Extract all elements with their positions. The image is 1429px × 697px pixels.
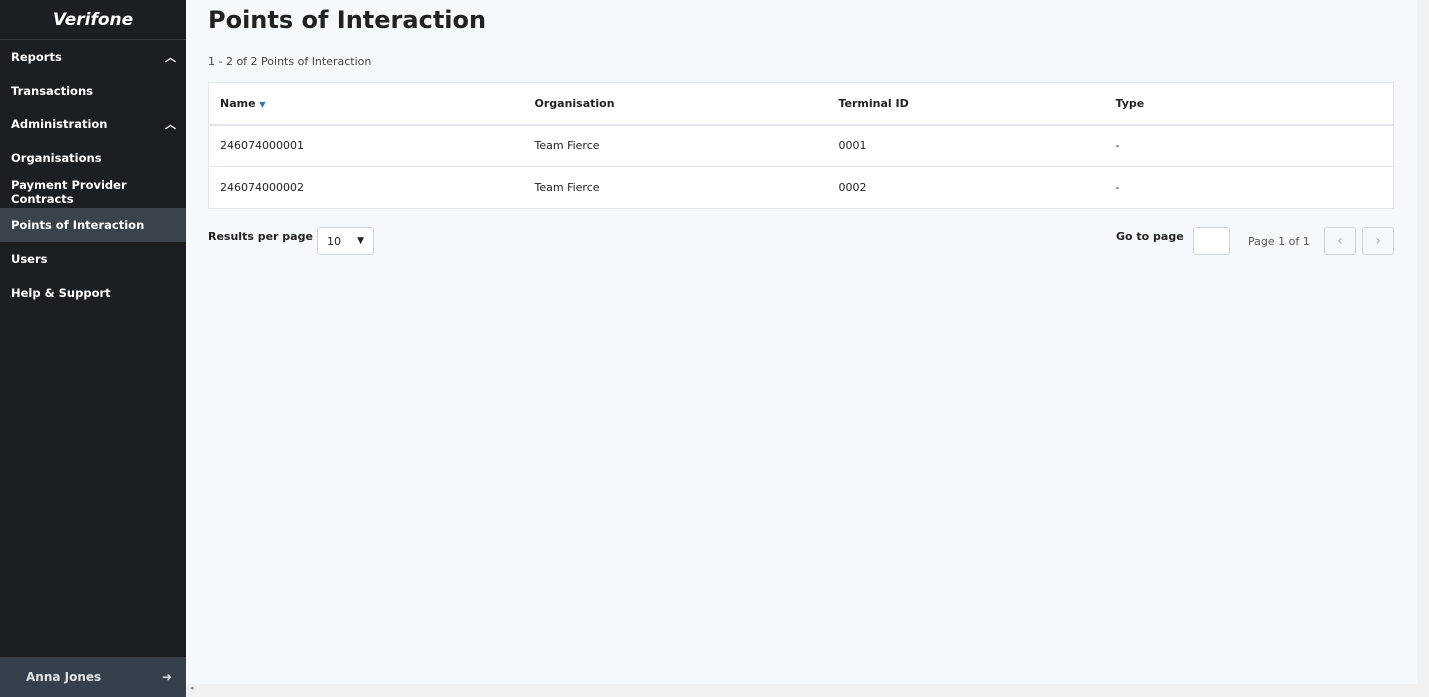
- page-title: Points of Interaction: [208, 6, 487, 34]
- sidebar-item-administration[interactable]: Administration ︿: [0, 107, 186, 141]
- poi-table: Name ▼ Organisation Terminal ID Type 246…: [208, 82, 1394, 209]
- chevron-left-icon: ‹: [1337, 233, 1343, 249]
- chevron-up-icon[interactable]: ︿: [165, 49, 176, 65]
- header-type[interactable]: Type: [1104, 82, 1394, 126]
- cell-type: -: [1104, 166, 1394, 209]
- sidebar-item-users[interactable]: Users: [0, 242, 186, 276]
- sidebar-item-transactions[interactable]: Transactions: [0, 74, 186, 108]
- cell-name: 246074000002: [208, 166, 524, 209]
- cell-terminal-id: 0002: [827, 166, 1105, 209]
- sidebar-item-label: Organisations: [11, 150, 102, 165]
- cell-terminal-id: 0001: [827, 124, 1105, 167]
- sort-desc-icon: ▼: [259, 99, 266, 109]
- chevron-right-icon: ›: [1375, 233, 1381, 249]
- next-page-button[interactable]: ›: [1362, 227, 1394, 255]
- previous-page-button[interactable]: ‹: [1324, 227, 1356, 255]
- per-page-value: 10: [327, 234, 341, 248]
- main-content: Points of Interaction 1 - 2 of 2 Points …: [186, 0, 1417, 684]
- result-count: 1 - 2 of 2 Points of Interaction: [208, 55, 372, 68]
- user-name: Anna Jones: [26, 670, 102, 684]
- sidebar-item-payment-provider-contracts[interactable]: Payment Provider Contracts: [0, 175, 186, 209]
- table-row[interactable]: 246074000001 Team Fierce 0001 -: [208, 124, 1394, 167]
- sidebar-item-label: Points of Interaction: [11, 218, 145, 233]
- header-organisation[interactable]: Organisation: [523, 82, 828, 126]
- sidebar: Verifone Reports ︿ Transactions Administrat…: [0, 0, 186, 697]
- sidebar-item-label: Transactions: [11, 83, 93, 98]
- cell-name: 246074000001: [208, 124, 524, 167]
- sidebar-item-label: Reports: [11, 49, 62, 64]
- logout-icon[interactable]: ➜: [162, 670, 172, 684]
- cell-organisation: Team Fierce: [523, 124, 828, 167]
- go-to-page-input[interactable]: [1193, 227, 1230, 255]
- sidebar-item-help-support[interactable]: Help & Support: [0, 276, 186, 310]
- page-info: Page 1 of 1: [1248, 235, 1310, 248]
- sidebar-item-label: Help & Support: [11, 285, 111, 300]
- user-panel: Anna Jones ➜: [0, 657, 186, 697]
- cell-organisation: Team Fierce: [523, 166, 828, 209]
- sidebar-item-points-of-interaction[interactable]: Points of Interaction: [0, 208, 186, 243]
- table-row[interactable]: 246074000002 Team Fierce 0002 -: [208, 166, 1394, 209]
- sidebar-item-organisations[interactable]: Organisations: [0, 141, 186, 175]
- go-to-page-label: Go to page: [1116, 230, 1184, 243]
- sidebar-item-label: Payment Provider Contracts: [11, 177, 127, 206]
- horizontal-scrollbar[interactable]: ◂: [186, 684, 1417, 697]
- sidebar-item-label: Users: [11, 251, 48, 266]
- vertical-scrollbar[interactable]: [1417, 0, 1429, 697]
- sidebar-item-reports[interactable]: Reports ︿: [0, 40, 186, 74]
- chevron-up-icon[interactable]: ︿: [165, 116, 176, 132]
- header-name[interactable]: Name ▼: [208, 82, 524, 126]
- results-per-page-select[interactable]: 10 ▼: [317, 227, 374, 255]
- results-per-page-label: Results per page: [208, 230, 313, 243]
- verifone-logo: Verifone: [0, 0, 186, 40]
- sidebar-item-label: Administration: [11, 117, 108, 132]
- header-terminal-id[interactable]: Terminal ID: [827, 82, 1105, 126]
- cell-type: -: [1104, 124, 1394, 167]
- chevron-down-icon: ▼: [357, 236, 364, 246]
